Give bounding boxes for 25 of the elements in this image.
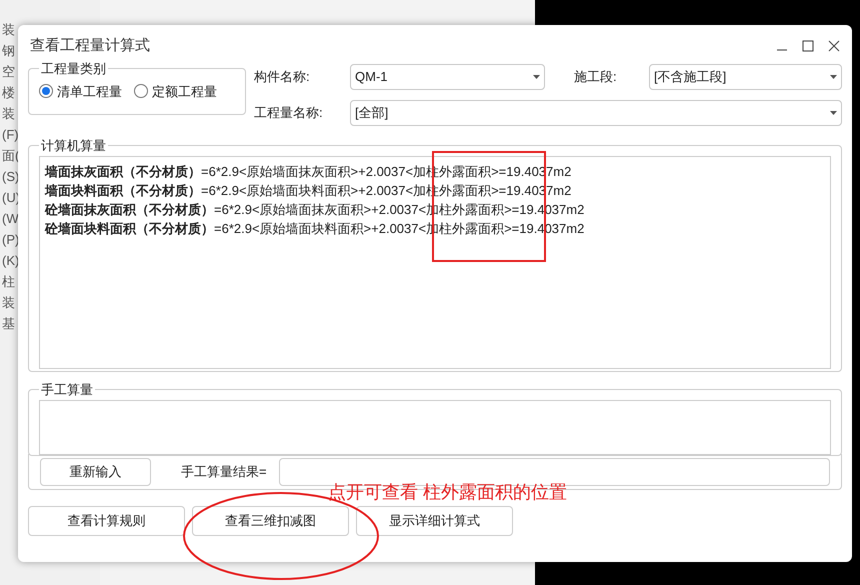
radio-option[interactable]: 定额工程量 <box>134 82 217 101</box>
action-button[interactable]: 查看计算规则 <box>28 506 185 536</box>
group-label: 手工算量 <box>40 381 94 399</box>
action-button[interactable]: 查看三维扣减图 <box>192 506 349 536</box>
radio-button[interactable] <box>134 84 148 98</box>
window-title: 查看工程量计算式 <box>29 36 150 56</box>
dropdown-field[interactable]: QM-1 <box>350 64 545 90</box>
field-label: 工程量名称: <box>254 104 324 122</box>
reset-button[interactable]: 重新输入 <box>40 458 151 486</box>
dropdown-caret-icon <box>830 111 837 115</box>
field-label: 构件名称: <box>254 68 311 86</box>
field-label: 施工段: <box>574 68 618 86</box>
dropdown-caret-icon <box>533 75 540 79</box>
action-button[interactable]: 显示详细计算式 <box>356 506 513 536</box>
dropdown-field[interactable]: [不含施工段] <box>649 64 842 90</box>
group-label: 工程量类别 <box>40 60 107 78</box>
radio-button[interactable] <box>39 84 53 98</box>
close-icon[interactable] <box>828 40 840 52</box>
field-label: 手工算量结果= <box>181 462 268 481</box>
dropdown-field[interactable]: [全部] <box>350 100 842 126</box>
group-label: 计算机算量 <box>40 137 107 155</box>
dropdown-caret-icon <box>830 75 837 79</box>
radio-option[interactable]: 清单工程量 <box>39 82 122 101</box>
maximize-icon[interactable] <box>802 40 814 52</box>
manual-input-area[interactable] <box>39 400 831 454</box>
